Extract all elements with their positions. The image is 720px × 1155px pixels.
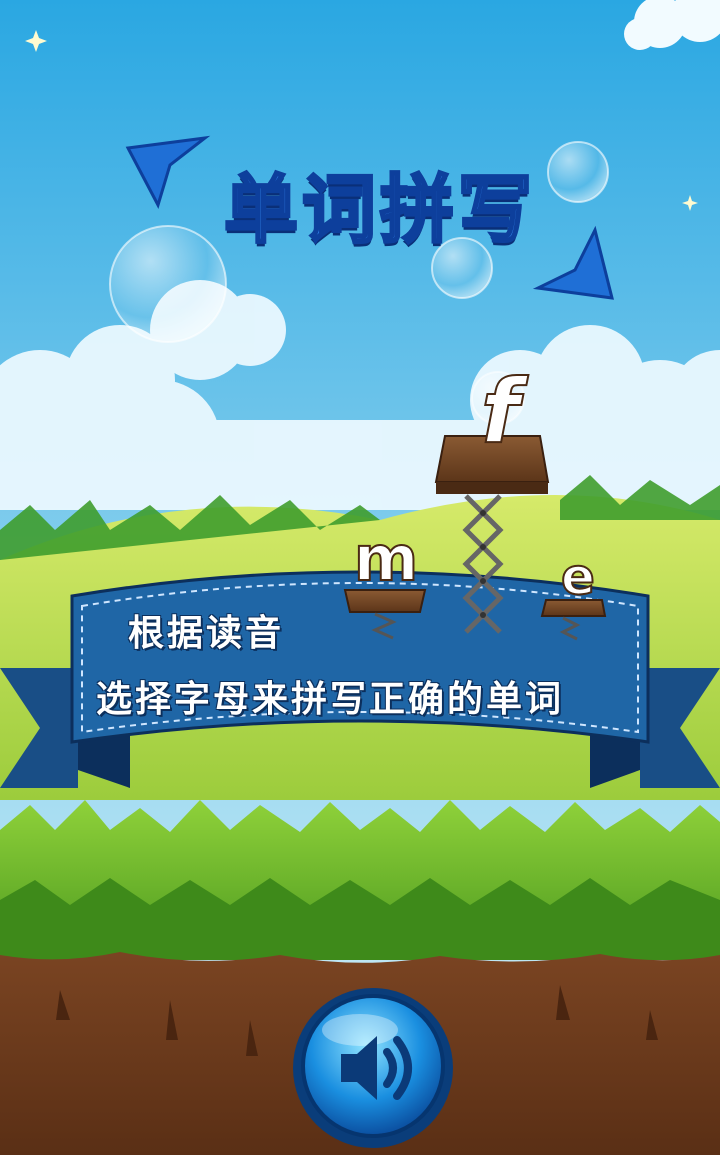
game-stage: 单词拼写 根据读音 选择字母来拼写正确的单词 m f e — [0, 0, 720, 1155]
letter-tile-m[interactable]: m — [350, 521, 422, 596]
instruction-line-1: 根据读音 — [128, 613, 285, 654]
speaker-icon — [341, 1036, 412, 1100]
sound-play-button[interactable] — [295, 990, 451, 1146]
letter-tile-f[interactable]: f — [470, 359, 530, 464]
game-title: 单词拼写 — [223, 166, 536, 255]
instruction-line-2: 选择字母来拼写正确的单词 — [96, 679, 565, 720]
letter-tile-e[interactable]: e — [548, 547, 608, 607]
